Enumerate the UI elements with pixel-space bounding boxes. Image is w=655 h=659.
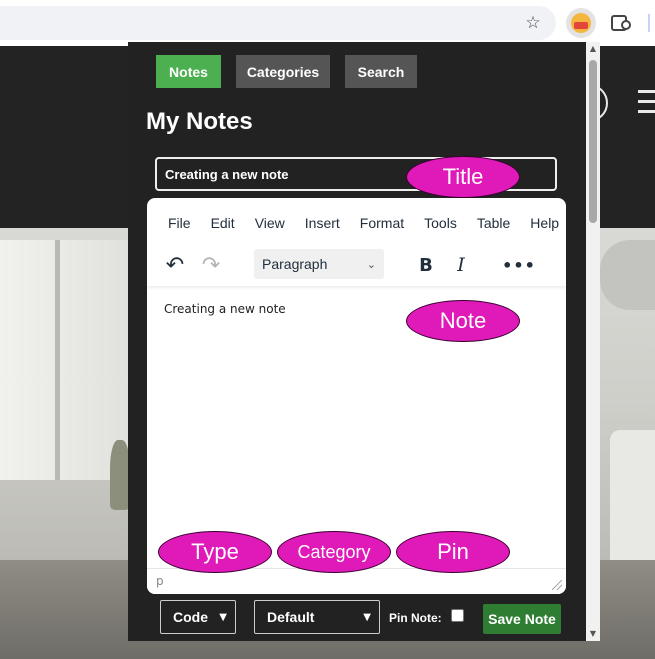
redo-icon[interactable]: ↷ [195, 249, 227, 281]
photo-window-frame [55, 240, 60, 480]
browser-toolbar: ☆ [0, 0, 655, 46]
page-title: My Notes [146, 108, 253, 135]
pin-note-checkbox[interactable] [451, 609, 464, 622]
menu-edit[interactable]: Edit [201, 212, 245, 234]
extension-avatar-icon [571, 13, 591, 33]
menu-insert[interactable]: Insert [295, 212, 350, 234]
italic-icon[interactable]: I [445, 249, 477, 281]
editor-toolbar: ↶ ↷ Paragraph ⌄ B I ••• [147, 244, 566, 286]
note-type-value: Code [173, 609, 208, 625]
photo-speaker [610, 430, 655, 580]
tab-notes[interactable]: Notes [156, 55, 221, 88]
scroll-down-icon[interactable]: ▼ [586, 627, 600, 641]
scroll-thumb[interactable] [589, 60, 597, 223]
menu-format[interactable]: Format [350, 212, 414, 234]
hamburger-menu-icon[interactable] [638, 90, 655, 120]
photo-window [0, 240, 128, 480]
block-format-value: Paragraph [262, 256, 328, 272]
resize-handle-icon[interactable] [552, 580, 562, 590]
callout-title: Title [406, 156, 520, 198]
menu-help[interactable]: Help [520, 212, 566, 234]
block-format-select[interactable]: Paragraph ⌄ [254, 249, 384, 279]
note-type-select[interactable]: Code ▼ [160, 600, 236, 634]
save-note-button[interactable]: Save Note [483, 604, 561, 634]
pin-note-label: Pin Note: [389, 611, 442, 625]
menu-tools[interactable]: Tools [414, 212, 467, 234]
menu-table[interactable]: Table [467, 212, 520, 234]
chevron-down-icon: ⌄ [366, 257, 376, 271]
extension-button[interactable] [566, 8, 596, 38]
category-value: Default [267, 609, 315, 625]
menu-view[interactable]: View [245, 212, 295, 234]
more-icon[interactable]: ••• [502, 249, 535, 281]
callout-pin: Pin [396, 531, 510, 573]
popup-scrollbar[interactable]: ▲ ▼ [586, 42, 600, 641]
star-icon[interactable]: ☆ [518, 8, 548, 38]
bold-icon[interactable]: B [410, 249, 442, 281]
tab-search[interactable]: Search [345, 55, 417, 88]
toolbar-divider [648, 14, 650, 32]
editor-menubar: File Edit View Insert Format Tools Table… [147, 212, 566, 234]
tab-categories[interactable]: Categories [236, 55, 330, 88]
element-path[interactable]: p [156, 574, 164, 588]
address-bar[interactable] [0, 6, 556, 40]
category-select[interactable]: Default ▼ [254, 600, 380, 634]
callout-type: Type [158, 531, 272, 573]
chevron-down-icon: ▼ [219, 611, 227, 623]
photo-lamp [600, 240, 655, 310]
photo-plant [110, 440, 130, 510]
puzzle-icon [611, 15, 631, 31]
callout-category: Category [277, 531, 391, 573]
extensions-menu-button[interactable] [604, 8, 634, 38]
menu-file[interactable]: File [147, 212, 201, 234]
undo-icon[interactable]: ↶ [159, 249, 191, 281]
callout-note: Note [406, 300, 520, 342]
scroll-up-icon[interactable]: ▲ [586, 42, 600, 56]
chevron-down-icon: ▼ [363, 611, 371, 623]
note-content[interactable]: Creating a new note [164, 302, 286, 316]
